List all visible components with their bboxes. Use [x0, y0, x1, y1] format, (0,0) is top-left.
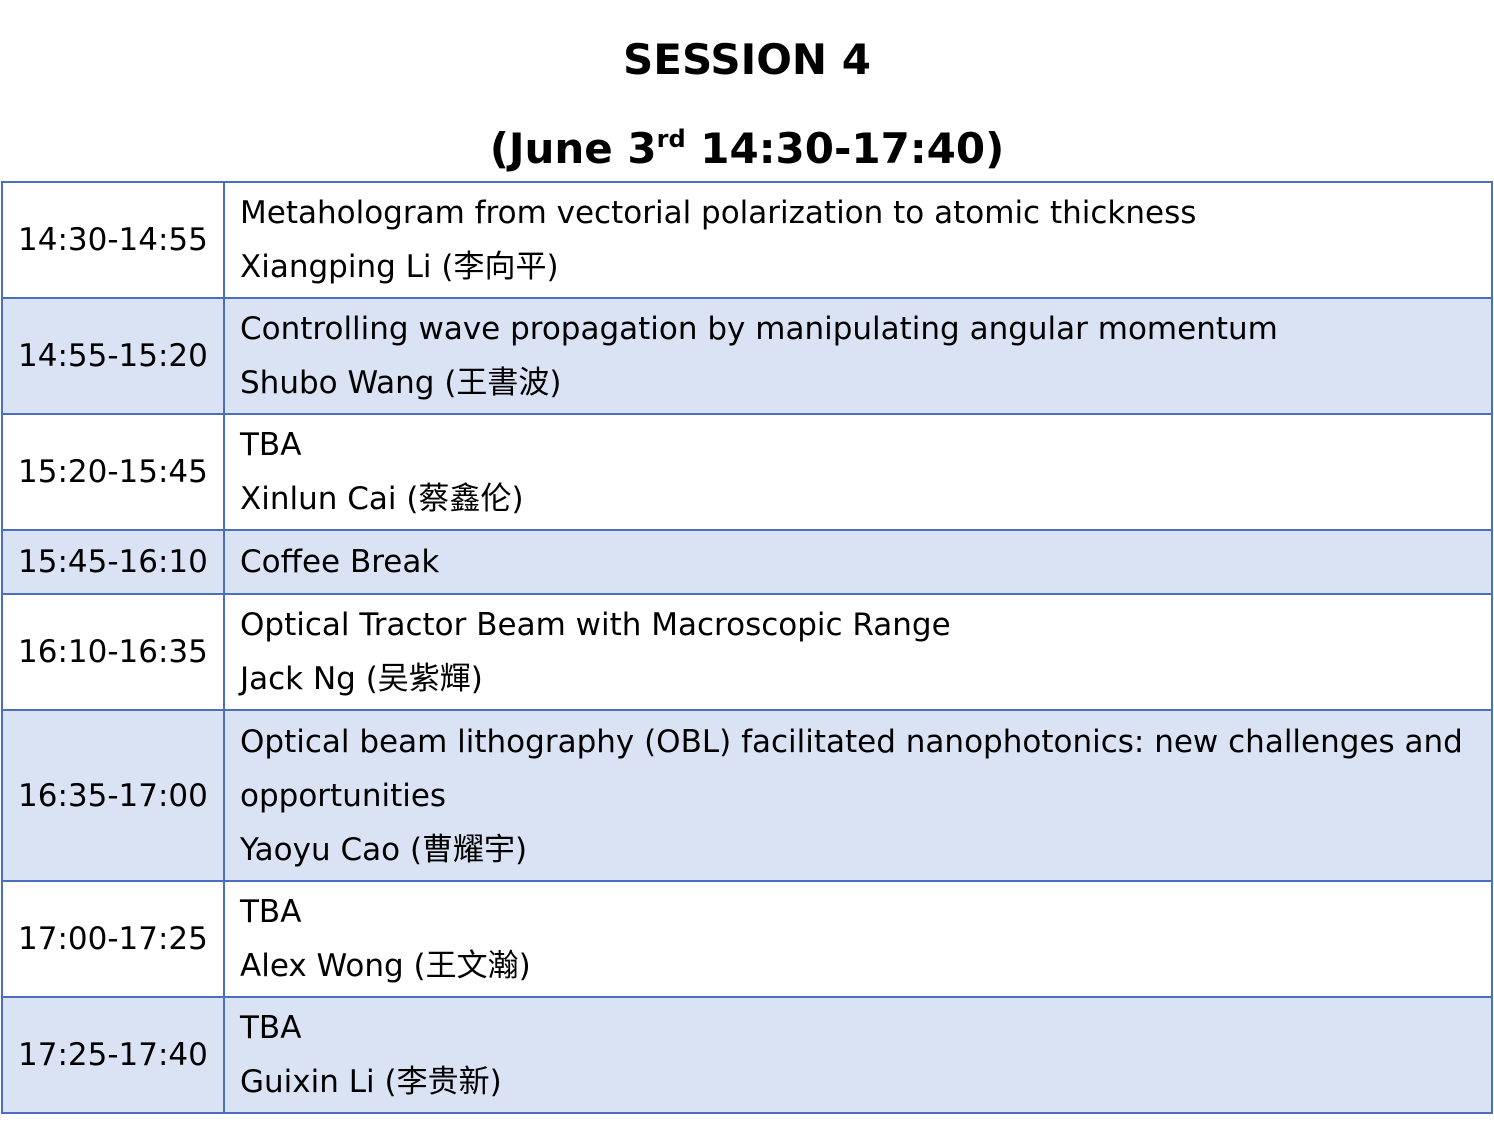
talk-title: TBA: [240, 1010, 302, 1046]
break-row: 15:45-16:10 Coffee Break: [1, 529, 1493, 595]
speaker-name: Alex Wong (王文瀚): [240, 948, 531, 984]
talk-title: TBA: [240, 427, 302, 463]
talk-title: Optical Tractor Beam with Macroscopic Ra…: [240, 607, 951, 643]
time-cell: 15:45-16:10: [1, 529, 225, 595]
speaker-name: Yaoyu Cao (曹耀宇): [240, 831, 528, 868]
session-date: (June 3rd 14:30-17:40): [0, 124, 1494, 174]
time-cell: 16:35-17:00: [1, 709, 225, 882]
talk-cell: TBA Xinlun Cai (蔡鑫伦): [223, 413, 1493, 531]
time-cell: 17:00-17:25: [1, 880, 225, 998]
speaker-name: Xiangping Li (李向平): [240, 249, 559, 285]
time-cell: 14:55-15:20: [1, 297, 225, 415]
schedule-row: 17:25-17:40 TBA Guixin Li (李贵新): [1, 996, 1493, 1114]
break-label: Coffee Break: [240, 544, 440, 580]
speaker-name: Jack Ng (吴紫輝): [240, 661, 483, 697]
time-cell: 15:20-15:45: [1, 413, 225, 531]
talk-cell: Metahologram from vectorial polarization…: [223, 181, 1493, 299]
schedule-row: 16:10-16:35 Optical Tractor Beam with Ma…: [1, 593, 1493, 711]
speaker-name: Xinlun Cai (蔡鑫伦): [240, 481, 524, 517]
session-date-ordinal: rd: [656, 125, 686, 153]
talk-title: Metahologram from vectorial polarization…: [240, 195, 1197, 231]
talk-cell: TBA Alex Wong (王文瀚): [223, 880, 1493, 998]
session-date-open: (June 3: [489, 124, 657, 173]
schedule-row: 14:30-14:55 Metahologram from vectorial …: [1, 181, 1493, 299]
talk-title: Controlling wave propagation by manipula…: [240, 311, 1278, 347]
schedule-row: 15:20-15:45 TBA Xinlun Cai (蔡鑫伦): [1, 413, 1493, 531]
talk-cell: Optical beam lithography (OBL) facilitat…: [223, 709, 1493, 882]
talk-title: TBA: [240, 894, 302, 930]
talk-cell: Optical Tractor Beam with Macroscopic Ra…: [223, 593, 1493, 711]
talk-cell: Coffee Break: [223, 529, 1493, 595]
talk-cell: TBA Guixin Li (李贵新): [223, 996, 1493, 1114]
time-cell: 14:30-14:55: [1, 181, 225, 299]
session-title: SESSION 4: [623, 35, 871, 84]
speaker-name: Guixin Li (李贵新): [240, 1064, 502, 1100]
talk-cell: Controlling wave propagation by manipula…: [223, 297, 1493, 415]
speaker-name: Shubo Wang (王書波): [240, 365, 562, 401]
session-date-close: 14:30-17:40): [685, 124, 1005, 173]
schedule-row: 17:00-17:25 TBA Alex Wong (王文瀚): [1, 880, 1493, 998]
talk-title: Optical beam lithography (OBL) facilitat…: [240, 723, 1463, 814]
schedule-table: 14:30-14:55 Metahologram from vectorial …: [1, 181, 1493, 1114]
time-cell: 16:10-16:35: [1, 593, 225, 711]
schedule-row: 16:35-17:00 Optical beam lithography (OB…: [1, 709, 1493, 882]
schedule-row: 14:55-15:20 Controlling wave propagation…: [1, 297, 1493, 415]
time-cell: 17:25-17:40: [1, 996, 225, 1114]
